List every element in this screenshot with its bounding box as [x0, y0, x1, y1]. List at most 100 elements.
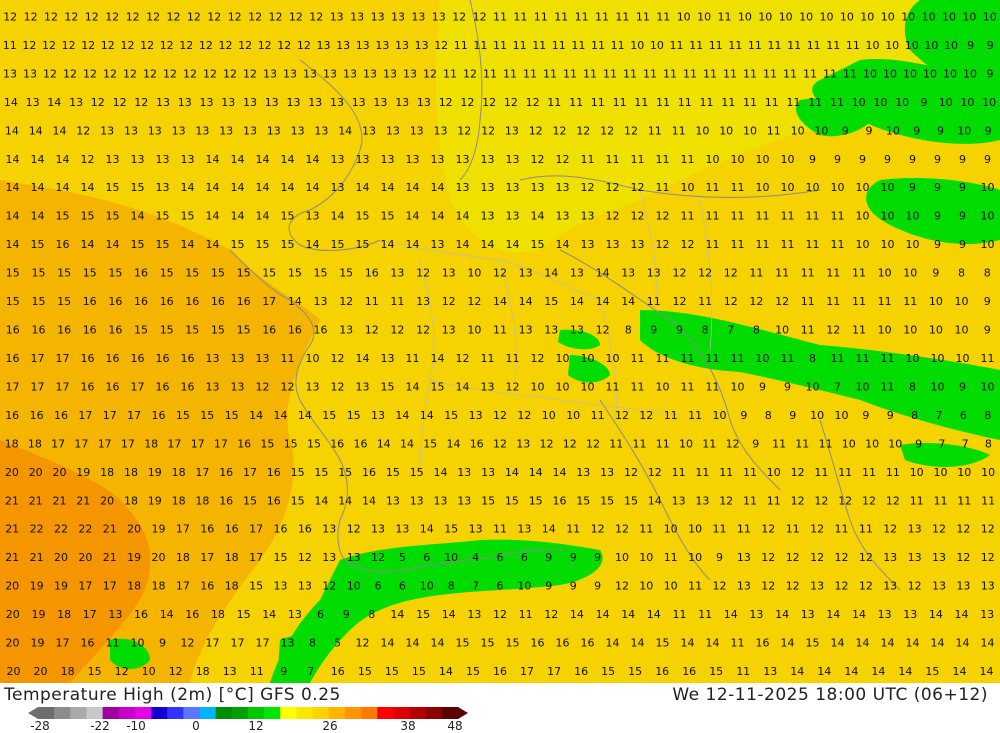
temperature-value: 14	[431, 181, 445, 194]
temperature-value: 18	[195, 494, 209, 507]
temperature-value: 12	[423, 67, 437, 80]
temperature-value: 10	[531, 380, 545, 393]
temperature-value: 12	[596, 324, 610, 337]
temperature-value: 9	[909, 153, 916, 166]
temperature-value: 10	[420, 580, 434, 593]
temperature-value: 12	[101, 39, 115, 52]
temperature-value: 11	[703, 67, 717, 80]
temperature-value: 15	[32, 295, 46, 308]
temperature-value: 14	[356, 181, 370, 194]
temperature-value: 10	[878, 324, 892, 337]
temperature-value: 12	[277, 39, 291, 52]
colorbar-segment	[361, 707, 378, 719]
temperature-value: 9	[570, 551, 577, 564]
temperature-value: 13	[172, 124, 186, 137]
temperature-value: 15	[381, 380, 395, 393]
temperature-value: 14	[871, 665, 885, 678]
temperature-value: 13	[544, 324, 558, 337]
temperature-value: 15	[576, 494, 590, 507]
temperature-value: 13	[69, 96, 83, 109]
temperature-value: 9	[920, 96, 927, 109]
temperature-value: 15	[307, 437, 321, 450]
temperature-value: 12	[322, 580, 336, 593]
temperature-value: 13	[457, 466, 471, 479]
temperature-value: 15	[381, 210, 395, 223]
temperature-value: 12	[544, 608, 558, 621]
temperature-value: 18	[196, 665, 210, 678]
temperature-value: 13	[263, 67, 277, 80]
temperature-value: 9	[834, 153, 841, 166]
temperature-value: 12	[761, 551, 775, 564]
temperature-value: 13	[570, 267, 584, 280]
temperature-value: 10	[883, 67, 897, 80]
temperature-value: 12	[115, 665, 129, 678]
temperature-value: 16	[106, 352, 120, 365]
temperature-value: 10	[957, 466, 971, 479]
temperature-value: 14	[406, 380, 420, 393]
forecast-map[interactable]: 12 12 12 12 12 12 12 12 12 12 12 12 12 12 12 12 13 13 13 13…	[0, 0, 1000, 683]
temperature-value: 14	[981, 637, 995, 650]
temperature-value: 15	[338, 466, 352, 479]
temperature-value: 16	[574, 665, 588, 678]
temperature-value: 14	[381, 637, 395, 650]
temperature-value: 9	[862, 409, 869, 422]
color-scale-bar	[28, 707, 468, 719]
temperature-value: 16	[274, 523, 288, 536]
temperature-value: 11	[656, 352, 670, 365]
temperature-value: 12	[228, 11, 242, 24]
temperature-value: 14	[431, 352, 445, 365]
temperature-value: 13	[322, 551, 336, 564]
temperature-value: 10	[981, 210, 995, 223]
temperature-value: 15	[262, 267, 276, 280]
temperature-value: 20	[5, 580, 19, 593]
temperature-value: 18	[211, 608, 225, 621]
temperature-value: 11	[721, 96, 735, 109]
temperature-value: 13	[356, 39, 370, 52]
temperature-value: 17	[56, 380, 70, 393]
temperature-value: 12	[81, 39, 95, 52]
temperature-value: 11	[513, 39, 527, 52]
temperature-value: 11	[523, 67, 537, 80]
temperature-value: 9	[343, 608, 350, 621]
temperature-value: 11	[856, 352, 870, 365]
temperature-value: 8	[909, 380, 916, 393]
temperature-value: 18	[172, 494, 186, 507]
temperature-value: 15	[288, 267, 302, 280]
temperature-value: 17	[176, 580, 190, 593]
temperature-value: 14	[831, 637, 845, 650]
temperature-value: 9	[280, 665, 287, 678]
temperature-value: 14	[298, 409, 312, 422]
temperature-value: 4	[472, 551, 479, 564]
temperature-value: 11	[648, 124, 662, 137]
temperature-value: 16	[5, 409, 19, 422]
temperature-value: 14	[856, 637, 870, 650]
temperature-value: 13	[371, 523, 385, 536]
temperature-value: 13	[274, 580, 288, 593]
temperature-value: 11	[709, 39, 723, 52]
temperature-value: 15	[339, 267, 353, 280]
colorbar-segment	[70, 707, 87, 719]
temperature-value: 15	[237, 608, 251, 621]
temperature-value: 21	[5, 494, 19, 507]
temperature-value: 14	[29, 124, 43, 137]
temperature-value: 13	[156, 181, 170, 194]
temperature-value: 13	[298, 580, 312, 593]
temperature-value: 17	[31, 380, 45, 393]
temperature-value: 12	[83, 67, 97, 80]
temperature-value: 10	[820, 11, 834, 24]
temperature-value: 18	[152, 580, 166, 593]
colorbar-segment	[134, 707, 152, 719]
temperature-value: 15	[260, 437, 274, 450]
temperature-value: 11	[503, 67, 517, 80]
temperature-value: 14	[531, 210, 545, 223]
temperature-value: 12	[791, 494, 805, 507]
temperature-value: 11	[737, 523, 751, 536]
temperature-value: 17	[176, 523, 190, 536]
temperature-value: 16	[108, 295, 122, 308]
temperature-value: 13	[339, 324, 353, 337]
temperature-value: 8	[309, 637, 316, 650]
temperature-value: 15	[331, 238, 345, 251]
temperature-value: 13	[516, 437, 530, 450]
temperature-value: 13	[434, 124, 448, 137]
temperature-value: 12	[724, 295, 738, 308]
